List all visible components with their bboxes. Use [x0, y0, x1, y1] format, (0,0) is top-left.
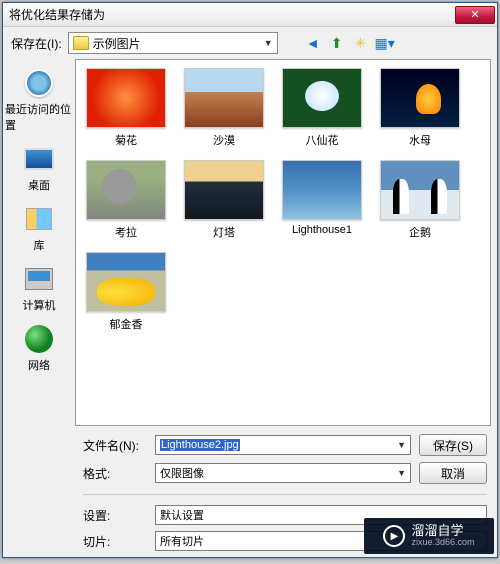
folder-icon: [73, 36, 89, 50]
filename-input[interactable]: Lighthouse2.jpg ▼: [155, 435, 411, 455]
recent-icon: [25, 69, 53, 97]
filename-label: 文件名(N):: [83, 437, 147, 454]
back-icon[interactable]: ◄: [304, 34, 322, 52]
thumbnail-image: [282, 160, 362, 220]
thumbnail-label: 菊花: [115, 132, 137, 148]
thumbnail-label: 沙漠: [213, 132, 235, 148]
net-icon: [25, 325, 53, 353]
thumbnail-label: 企鹅: [409, 224, 431, 240]
format-label: 格式:: [83, 465, 147, 482]
comp-icon: [25, 268, 53, 290]
separator: [83, 494, 487, 495]
save-in-label: 保存在(I):: [11, 35, 62, 52]
thumbnail-image: [282, 68, 362, 128]
places-item-label: 桌面: [28, 177, 50, 193]
watermark-url: zixue.3d66.com: [411, 538, 474, 548]
file-thumb[interactable]: 企鹅: [378, 160, 462, 240]
thumbnail-label: Lighthouse1: [292, 224, 352, 236]
play-icon: ▶: [383, 525, 405, 547]
chevron-down-icon: ▼: [264, 38, 273, 48]
watermark: ▶ 溜溜自学 zixue.3d66.com: [364, 518, 494, 554]
thumbnail-label: 水母: [409, 132, 431, 148]
close-button[interactable]: ✕: [455, 6, 495, 24]
places-item-label: 最近访问的位置: [5, 101, 73, 133]
places-item[interactable]: 库: [21, 201, 57, 255]
thumbnail-label: 郁金香: [110, 316, 143, 332]
thumbnail-image: [380, 68, 460, 128]
lib-icon: [26, 208, 52, 230]
nav-icons: ◄ ⬆ ✳ ▦▾: [304, 34, 394, 52]
file-list[interactable]: 菊花 沙漠 八仙花 水母考拉 灯塔 Lighthouse1 企鹅郁金香: [75, 59, 491, 426]
thumbnail-image: [86, 252, 166, 312]
file-thumb[interactable]: 沙漠: [182, 68, 266, 148]
location-bar: 保存在(I): 示例图片 ▼ ◄ ⬆ ✳ ▦▾: [3, 27, 497, 59]
file-thumb[interactable]: 考拉: [84, 160, 168, 240]
settings-label: 设置:: [83, 507, 147, 524]
cancel-button[interactable]: 取消: [419, 462, 487, 484]
watermark-name: 溜溜自学: [411, 524, 474, 538]
save-button[interactable]: 保存(S): [419, 434, 487, 456]
file-thumb[interactable]: 灯塔: [182, 160, 266, 240]
chevron-down-icon: ▼: [397, 440, 406, 450]
thumbnail-image: [184, 160, 264, 220]
folder-combo[interactable]: 示例图片 ▼: [68, 32, 278, 54]
up-one-level-icon[interactable]: ⬆: [328, 34, 346, 52]
places-item[interactable]: 计算机: [21, 261, 58, 315]
thumbnail-image: [86, 160, 166, 220]
file-thumb[interactable]: 郁金香: [84, 252, 168, 332]
thumbnail-image: [380, 160, 460, 220]
thumbnail-label: 考拉: [115, 224, 137, 240]
thumbnail-image: [86, 68, 166, 128]
chevron-down-icon: ▼: [397, 468, 406, 478]
slice-label: 切片:: [83, 533, 147, 550]
desktop-icon: [24, 148, 54, 170]
places-item-label: 网络: [28, 357, 50, 373]
view-menu-icon[interactable]: ▦▾: [376, 34, 394, 52]
window-title: 将优化结果存储为: [9, 6, 455, 23]
save-dialog: 将优化结果存储为 ✕ 保存在(I): 示例图片 ▼ ◄ ⬆ ✳ ▦▾ 最近访问的…: [2, 2, 498, 558]
new-folder-icon[interactable]: ✳: [352, 34, 370, 52]
thumbnail-label: 八仙花: [306, 132, 339, 148]
places-item[interactable]: 最近访问的位置: [3, 65, 75, 135]
thumbnail-image: [184, 68, 264, 128]
places-item[interactable]: 桌面: [21, 141, 57, 195]
places-item[interactable]: 网络: [21, 321, 57, 375]
folder-name: 示例图片: [93, 35, 141, 52]
file-thumb[interactable]: Lighthouse1: [280, 160, 364, 240]
file-thumb[interactable]: 八仙花: [280, 68, 364, 148]
dialog-body: 最近访问的位置桌面库计算机网络 菊花 沙漠 八仙花 水母考拉 灯塔 Lighthouse1…: [3, 59, 497, 426]
file-thumb[interactable]: 菊花: [84, 68, 168, 148]
places-item-label: 计算机: [23, 297, 56, 313]
format-combo[interactable]: 仅限图像 ▼: [155, 463, 411, 483]
places-item-label: 库: [34, 237, 45, 253]
file-thumb[interactable]: 水母: [378, 68, 462, 148]
titlebar: 将优化结果存储为 ✕: [3, 3, 497, 27]
thumbnail-label: 灯塔: [213, 224, 235, 240]
places-bar: 最近访问的位置桌面库计算机网络: [3, 59, 75, 426]
